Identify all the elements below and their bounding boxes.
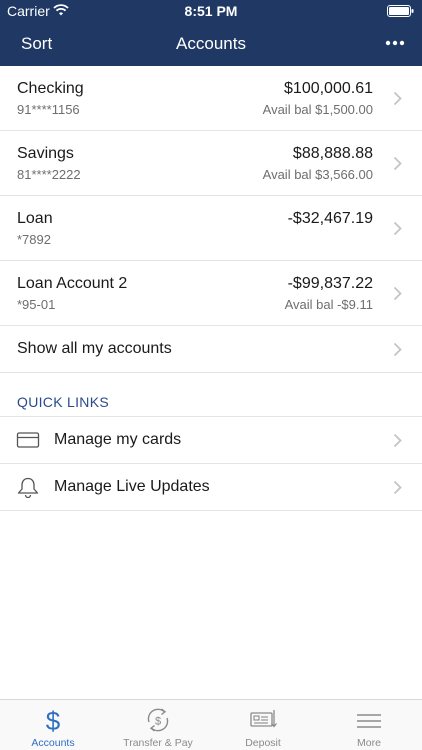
header: Carrier 8:51 PM Sort Accounts (0, 0, 422, 66)
tab-bar: $ Accounts $ Transfer & Pay Deposit More (0, 699, 422, 750)
more-options-icon[interactable] (384, 32, 406, 54)
account-name: Loan (17, 210, 53, 227)
account-balance: $88,888.88 (292, 145, 373, 162)
account-balance: -$32,467.19 (287, 210, 373, 227)
svg-text:$: $ (155, 716, 161, 728)
account-row-checking[interactable]: Checking 91****1156 $100,000.61 Avail ba… (0, 66, 422, 131)
tab-accounts[interactable]: $ Accounts (0, 700, 106, 750)
tab-label: Transfer & Pay (123, 737, 193, 749)
quick-link-label: Manage Live Updates (54, 478, 210, 495)
svg-text:$: $ (46, 706, 61, 734)
tab-label: Accounts (31, 737, 75, 749)
account-row-loan-account-2[interactable]: Loan Account 2 *95-01 -$99,837.22 Avail … (0, 261, 422, 326)
tab-transfer-pay[interactable]: $ Transfer & Pay (105, 700, 211, 750)
chevron-right-icon (393, 433, 402, 448)
account-available-balance: Avail bal $1,500.00 (262, 102, 373, 117)
account-name: Savings (17, 145, 74, 162)
account-number: *95-01 (17, 297, 56, 312)
chevron-right-icon (393, 480, 402, 495)
tab-deposit[interactable]: Deposit (210, 700, 316, 750)
account-row-savings[interactable]: Savings 81****2222 $88,888.88 Avail bal … (0, 131, 422, 196)
show-all-accounts-label: Show all my accounts (17, 340, 172, 357)
quick-link-label: Manage my cards (54, 431, 182, 448)
account-available-balance: Avail bal $3,566.00 (262, 167, 373, 182)
tab-label: More (357, 737, 381, 749)
dollar-icon: $ (46, 706, 61, 734)
transfer-icon: $ (147, 708, 169, 732)
navbar: Sort Accounts (0, 22, 422, 66)
bell-icon (17, 477, 39, 498)
tab-more[interactable]: More (316, 700, 422, 750)
page-title: Accounts (176, 34, 246, 53)
chevron-right-icon (393, 221, 402, 236)
account-number: 91****1156 (17, 102, 80, 117)
account-available-balance: Avail bal -$9.11 (284, 297, 373, 312)
chevron-right-icon (393, 286, 402, 301)
status-time: 8:51 PM (184, 3, 238, 19)
account-list: Checking 91****1156 $100,000.61 Avail ba… (0, 66, 422, 373)
chevron-right-icon (393, 342, 402, 357)
credit-card-icon (16, 432, 40, 448)
show-all-accounts-button[interactable]: Show all my accounts (0, 326, 422, 373)
account-number: *7892 (17, 232, 51, 247)
quick-links-list: Manage my cards Manage Live Updates (0, 416, 422, 511)
chevron-right-icon (393, 91, 402, 106)
status-bar: Carrier 8:51 PM (0, 0, 422, 22)
tab-label: Deposit (245, 737, 281, 749)
account-number: 81****2222 (17, 167, 81, 182)
account-name: Loan Account 2 (17, 275, 128, 292)
quick-link-manage-cards[interactable]: Manage my cards (0, 417, 422, 464)
quick-links-title: QUICK LINKS (17, 394, 109, 410)
battery-icon (387, 5, 414, 17)
account-balance: $100,000.61 (284, 80, 373, 97)
chevron-right-icon (393, 156, 402, 171)
account-balance: -$99,837.22 (287, 275, 373, 292)
deposit-check-icon (250, 710, 277, 728)
account-row-loan[interactable]: Loan *7892 -$32,467.19 (0, 196, 422, 261)
account-name: Checking (17, 80, 84, 97)
quick-link-manage-live-updates[interactable]: Manage Live Updates (0, 464, 422, 511)
menu-icon (357, 714, 381, 728)
